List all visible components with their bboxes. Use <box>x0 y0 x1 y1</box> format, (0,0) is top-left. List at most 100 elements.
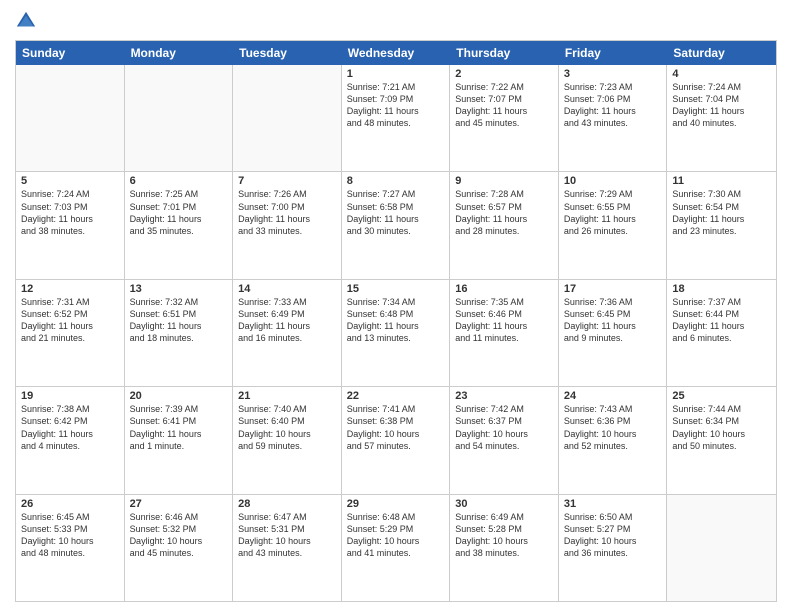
day-cell: 22Sunrise: 7:41 AMSunset: 6:38 PMDayligh… <box>342 387 451 493</box>
day-cell <box>233 65 342 171</box>
week-row-1: 1Sunrise: 7:21 AMSunset: 7:09 PMDaylight… <box>16 65 776 172</box>
day-cell: 13Sunrise: 7:32 AMSunset: 6:51 PMDayligh… <box>125 280 234 386</box>
day-info: Sunrise: 7:32 AMSunset: 6:51 PMDaylight:… <box>130 296 228 345</box>
day-info: Sunrise: 7:35 AMSunset: 6:46 PMDaylight:… <box>455 296 553 345</box>
day-cell: 25Sunrise: 7:44 AMSunset: 6:34 PMDayligh… <box>667 387 776 493</box>
day-headers-row: SundayMondayTuesdayWednesdayThursdayFrid… <box>16 41 776 65</box>
day-number: 31 <box>564 498 662 510</box>
day-info: Sunrise: 7:26 AMSunset: 7:00 PMDaylight:… <box>238 188 336 237</box>
day-cell: 9Sunrise: 7:28 AMSunset: 6:57 PMDaylight… <box>450 172 559 278</box>
day-cell: 15Sunrise: 7:34 AMSunset: 6:48 PMDayligh… <box>342 280 451 386</box>
day-info: Sunrise: 7:37 AMSunset: 6:44 PMDaylight:… <box>672 296 771 345</box>
day-info: Sunrise: 7:24 AMSunset: 7:03 PMDaylight:… <box>21 188 119 237</box>
day-cell: 8Sunrise: 7:27 AMSunset: 6:58 PMDaylight… <box>342 172 451 278</box>
day-number: 15 <box>347 283 445 295</box>
day-info: Sunrise: 7:29 AMSunset: 6:55 PMDaylight:… <box>564 188 662 237</box>
day-header-wednesday: Wednesday <box>342 41 451 65</box>
day-cell: 27Sunrise: 6:46 AMSunset: 5:32 PMDayligh… <box>125 495 234 601</box>
day-cell: 19Sunrise: 7:38 AMSunset: 6:42 PMDayligh… <box>16 387 125 493</box>
day-info: Sunrise: 7:30 AMSunset: 6:54 PMDaylight:… <box>672 188 771 237</box>
day-cell: 12Sunrise: 7:31 AMSunset: 6:52 PMDayligh… <box>16 280 125 386</box>
day-number: 26 <box>21 498 119 510</box>
day-info: Sunrise: 6:50 AMSunset: 5:27 PMDaylight:… <box>564 511 662 560</box>
day-info: Sunrise: 7:23 AMSunset: 7:06 PMDaylight:… <box>564 81 662 130</box>
day-info: Sunrise: 7:36 AMSunset: 6:45 PMDaylight:… <box>564 296 662 345</box>
day-cell: 29Sunrise: 6:48 AMSunset: 5:29 PMDayligh… <box>342 495 451 601</box>
week-row-2: 5Sunrise: 7:24 AMSunset: 7:03 PMDaylight… <box>16 172 776 279</box>
day-number: 17 <box>564 283 662 295</box>
day-cell: 7Sunrise: 7:26 AMSunset: 7:00 PMDaylight… <box>233 172 342 278</box>
day-cell: 23Sunrise: 7:42 AMSunset: 6:37 PMDayligh… <box>450 387 559 493</box>
day-info: Sunrise: 7:38 AMSunset: 6:42 PMDaylight:… <box>21 403 119 452</box>
day-number: 22 <box>347 390 445 402</box>
day-number: 1 <box>347 68 445 80</box>
day-header-friday: Friday <box>559 41 668 65</box>
day-cell: 2Sunrise: 7:22 AMSunset: 7:07 PMDaylight… <box>450 65 559 171</box>
day-number: 2 <box>455 68 553 80</box>
day-info: Sunrise: 7:22 AMSunset: 7:07 PMDaylight:… <box>455 81 553 130</box>
day-cell: 21Sunrise: 7:40 AMSunset: 6:40 PMDayligh… <box>233 387 342 493</box>
day-cell: 20Sunrise: 7:39 AMSunset: 6:41 PMDayligh… <box>125 387 234 493</box>
day-number: 8 <box>347 175 445 187</box>
day-cell: 26Sunrise: 6:45 AMSunset: 5:33 PMDayligh… <box>16 495 125 601</box>
day-number: 4 <box>672 68 771 80</box>
day-cell: 17Sunrise: 7:36 AMSunset: 6:45 PMDayligh… <box>559 280 668 386</box>
page: SundayMondayTuesdayWednesdayThursdayFrid… <box>0 0 792 612</box>
day-number: 9 <box>455 175 553 187</box>
day-cell: 5Sunrise: 7:24 AMSunset: 7:03 PMDaylight… <box>16 172 125 278</box>
day-number: 23 <box>455 390 553 402</box>
day-cell: 1Sunrise: 7:21 AMSunset: 7:09 PMDaylight… <box>342 65 451 171</box>
day-number: 24 <box>564 390 662 402</box>
day-cell: 6Sunrise: 7:25 AMSunset: 7:01 PMDaylight… <box>125 172 234 278</box>
day-number: 11 <box>672 175 771 187</box>
day-cell: 4Sunrise: 7:24 AMSunset: 7:04 PMDaylight… <box>667 65 776 171</box>
day-number: 20 <box>130 390 228 402</box>
day-number: 12 <box>21 283 119 295</box>
day-number: 13 <box>130 283 228 295</box>
day-header-saturday: Saturday <box>667 41 776 65</box>
day-cell <box>16 65 125 171</box>
day-header-sunday: Sunday <box>16 41 125 65</box>
day-cell: 30Sunrise: 6:49 AMSunset: 5:28 PMDayligh… <box>450 495 559 601</box>
day-number: 29 <box>347 498 445 510</box>
logo <box>15 10 39 32</box>
day-info: Sunrise: 6:49 AMSunset: 5:28 PMDaylight:… <box>455 511 553 560</box>
day-cell: 3Sunrise: 7:23 AMSunset: 7:06 PMDaylight… <box>559 65 668 171</box>
day-info: Sunrise: 7:41 AMSunset: 6:38 PMDaylight:… <box>347 403 445 452</box>
day-info: Sunrise: 7:28 AMSunset: 6:57 PMDaylight:… <box>455 188 553 237</box>
week-row-4: 19Sunrise: 7:38 AMSunset: 6:42 PMDayligh… <box>16 387 776 494</box>
day-info: Sunrise: 6:48 AMSunset: 5:29 PMDaylight:… <box>347 511 445 560</box>
day-number: 5 <box>21 175 119 187</box>
day-info: Sunrise: 7:25 AMSunset: 7:01 PMDaylight:… <box>130 188 228 237</box>
day-cell <box>667 495 776 601</box>
week-row-5: 26Sunrise: 6:45 AMSunset: 5:33 PMDayligh… <box>16 495 776 601</box>
header <box>15 10 777 32</box>
day-header-thursday: Thursday <box>450 41 559 65</box>
logo-icon <box>15 10 37 32</box>
day-number: 14 <box>238 283 336 295</box>
day-cell: 18Sunrise: 7:37 AMSunset: 6:44 PMDayligh… <box>667 280 776 386</box>
day-info: Sunrise: 7:33 AMSunset: 6:49 PMDaylight:… <box>238 296 336 345</box>
day-number: 28 <box>238 498 336 510</box>
day-info: Sunrise: 7:31 AMSunset: 6:52 PMDaylight:… <box>21 296 119 345</box>
day-cell: 10Sunrise: 7:29 AMSunset: 6:55 PMDayligh… <box>559 172 668 278</box>
day-number: 19 <box>21 390 119 402</box>
day-info: Sunrise: 6:45 AMSunset: 5:33 PMDaylight:… <box>21 511 119 560</box>
day-number: 18 <box>672 283 771 295</box>
day-cell: 31Sunrise: 6:50 AMSunset: 5:27 PMDayligh… <box>559 495 668 601</box>
day-cell: 14Sunrise: 7:33 AMSunset: 6:49 PMDayligh… <box>233 280 342 386</box>
day-info: Sunrise: 7:40 AMSunset: 6:40 PMDaylight:… <box>238 403 336 452</box>
day-info: Sunrise: 7:43 AMSunset: 6:36 PMDaylight:… <box>564 403 662 452</box>
day-number: 10 <box>564 175 662 187</box>
day-cell <box>125 65 234 171</box>
day-cell: 16Sunrise: 7:35 AMSunset: 6:46 PMDayligh… <box>450 280 559 386</box>
day-number: 6 <box>130 175 228 187</box>
day-info: Sunrise: 7:21 AMSunset: 7:09 PMDaylight:… <box>347 81 445 130</box>
day-number: 21 <box>238 390 336 402</box>
day-info: Sunrise: 7:44 AMSunset: 6:34 PMDaylight:… <box>672 403 771 452</box>
week-row-3: 12Sunrise: 7:31 AMSunset: 6:52 PMDayligh… <box>16 280 776 387</box>
day-info: Sunrise: 7:39 AMSunset: 6:41 PMDaylight:… <box>130 403 228 452</box>
day-cell: 24Sunrise: 7:43 AMSunset: 6:36 PMDayligh… <box>559 387 668 493</box>
day-number: 7 <box>238 175 336 187</box>
day-header-monday: Monday <box>125 41 234 65</box>
